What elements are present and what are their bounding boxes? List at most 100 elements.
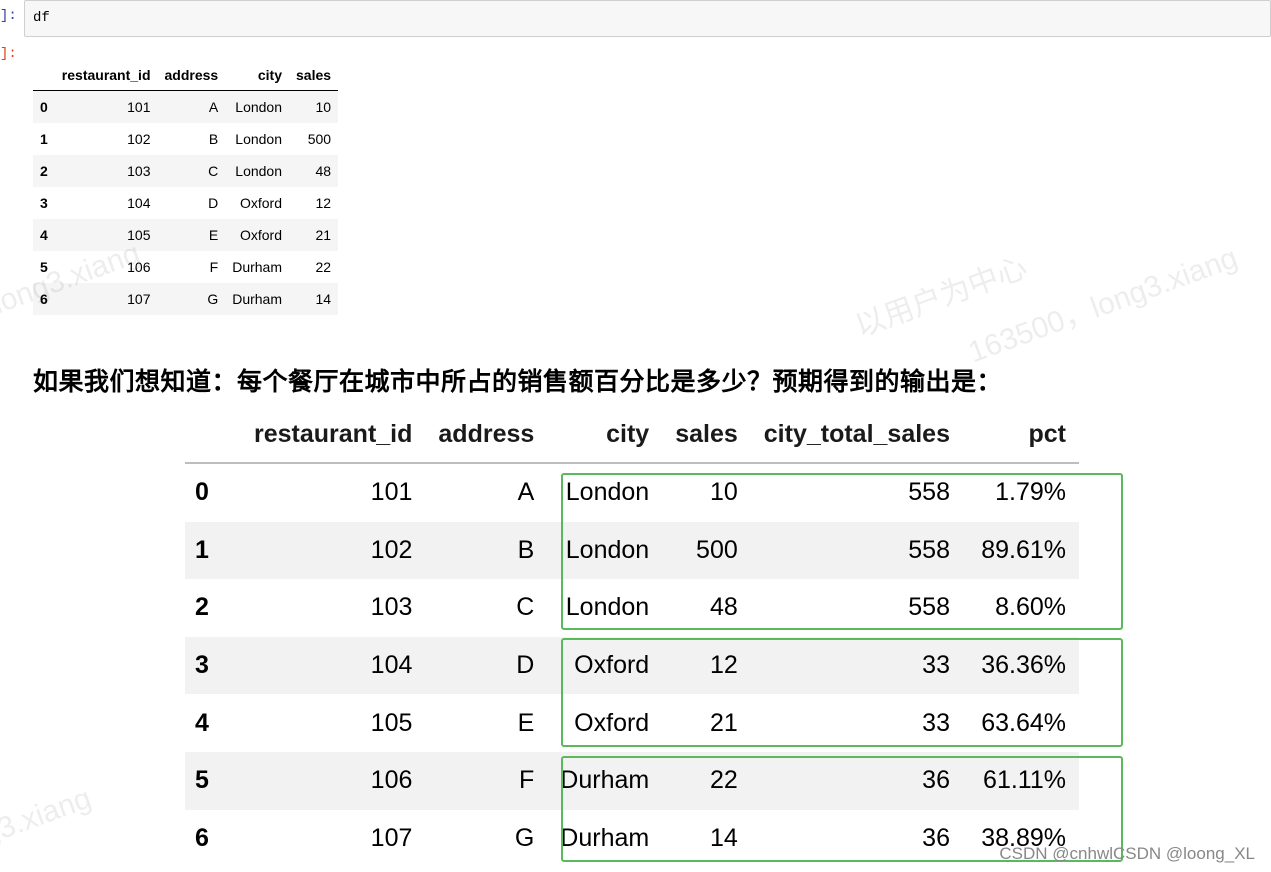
table-cell: 36 [922, 823, 950, 852]
table-cell: London [565, 478, 650, 507]
table-cell: 14 [315, 291, 332, 307]
table-cell: 36.36% [981, 651, 1066, 680]
table-cell: Durham [560, 823, 650, 852]
table-cell: London [235, 99, 282, 115]
table-row: 3 104 D Oxford 12 33 36.36% [185, 636, 1079, 695]
table-row: 1 102 B London 500 558 89.61% [185, 521, 1079, 580]
table-cell: London [565, 535, 650, 564]
table-cell: 500 [307, 131, 332, 147]
credit-text: CSDN @cnhwlCSDN @loong_XL [999, 844, 1255, 863]
table-cell: 104 [127, 195, 151, 211]
table-cell: 102 [127, 131, 151, 147]
table-cell: F [209, 259, 219, 275]
table-row: 1 102 B London 500 [33, 123, 338, 155]
table-cell: 14 [709, 823, 738, 852]
table-cell: 107 [127, 291, 151, 307]
watermark: 以用户为中心 [850, 251, 1032, 344]
row-index: 0 [195, 478, 209, 507]
output-prompt: ]: [0, 46, 17, 62]
table-cell: F [519, 766, 535, 795]
table-cell: 33 [922, 651, 950, 680]
table-cell: 61.11% [983, 766, 1066, 795]
table-cell: 89.61% [981, 535, 1066, 564]
table-header-row: restaurant_id address city sales city_to… [185, 406, 1079, 464]
table-cell: A [208, 99, 219, 115]
table-row: 5 106 F Durham 22 [33, 251, 338, 283]
row-index: 1 [195, 535, 209, 564]
row-index: 2 [40, 163, 48, 179]
table-row: 2 103 C London 48 558 8.60% [185, 579, 1079, 637]
table-cell: 106 [127, 259, 151, 275]
table-row: 0 101 A London 10 [33, 90, 339, 123]
index-header [33, 60, 55, 91]
df-output-table: restaurant_id address city sales 0 101 A… [33, 60, 339, 315]
table-cell: 101 [370, 478, 413, 507]
table-cell: 10 [709, 478, 738, 507]
table-cell: Oxford [239, 227, 282, 243]
table-cell: D [516, 651, 535, 680]
column-header: restaurant_id [241, 406, 426, 464]
table-cell: B [517, 535, 535, 564]
table-cell: 558 [908, 593, 950, 622]
table-cell: G [207, 291, 219, 307]
column-header: address [157, 60, 226, 91]
table-cell: 106 [370, 766, 413, 795]
watermark: 163500，long3.xiang [964, 241, 1242, 370]
table-cell: 33 [922, 708, 950, 737]
table-cell: 21 [315, 227, 332, 243]
table-cell: 12 [709, 651, 738, 680]
index-header [185, 406, 241, 464]
question-heading: 如果我们想知道：每个餐厅在城市中所占的销售额百分比是多少？预期得到的输出是： [33, 368, 1003, 396]
table-cell: 104 [370, 651, 413, 680]
table-cell: 107 [370, 823, 413, 852]
table-cell: 63.64% [981, 708, 1066, 737]
table-cell: Oxford [574, 651, 650, 680]
table-cell: 22 [709, 766, 738, 795]
table-cell: G [514, 823, 535, 852]
table-row: 5 106 F Durham 22 36 61.11% [185, 751, 1079, 810]
row-index: 6 [40, 291, 48, 307]
column-header: pct [962, 406, 1079, 464]
table-cell: 22 [315, 259, 332, 275]
table-cell: 10 [315, 99, 332, 115]
table-row: 3 104 D Oxford 12 [33, 187, 338, 219]
table-row: 4 105 E Oxford 21 [33, 219, 339, 251]
table-cell: 1.79% [995, 478, 1066, 507]
table-cell: 500 [696, 535, 738, 564]
table-row: 6 107 G Durham 14 [33, 283, 339, 315]
table-cell: D [208, 195, 219, 211]
row-index: 3 [195, 651, 209, 680]
table-cell: 21 [709, 708, 738, 737]
table-cell: 48 [315, 163, 332, 179]
watermark: g3.xiang [0, 781, 96, 852]
column-header: city [225, 60, 289, 91]
table-cell: London [235, 131, 282, 147]
code-text: df [33, 10, 50, 26]
table-cell: Durham [232, 291, 282, 307]
table-cell: E [517, 708, 535, 737]
table-cell: Durham [560, 766, 650, 795]
column-header: sales [289, 60, 339, 91]
row-index: 4 [195, 708, 209, 737]
column-header: restaurant_id [54, 60, 158, 91]
table-cell: 105 [370, 708, 413, 737]
row-index: 0 [40, 99, 48, 115]
code-cell[interactable]: df [24, 0, 1271, 37]
row-index: 5 [195, 766, 209, 795]
row-index: 4 [40, 227, 48, 243]
column-header: address [425, 406, 548, 464]
table-cell: 558 [908, 535, 950, 564]
table-cell: 558 [908, 478, 950, 507]
table-cell: 101 [127, 99, 151, 115]
row-index: 2 [195, 593, 209, 622]
table-row: 6 107 G Durham 14 36 38.89% [185, 810, 1079, 868]
table-cell: E [208, 227, 219, 243]
table-cell: A [517, 478, 535, 507]
row-index: 5 [40, 259, 48, 275]
table-cell: London [565, 593, 650, 622]
table-cell: Oxford [239, 195, 282, 211]
table-cell: C [516, 593, 535, 622]
table-cell: 48 [709, 593, 738, 622]
table-row: 0 101 A London 10 558 1.79% [185, 463, 1079, 522]
row-index: 6 [195, 823, 209, 852]
